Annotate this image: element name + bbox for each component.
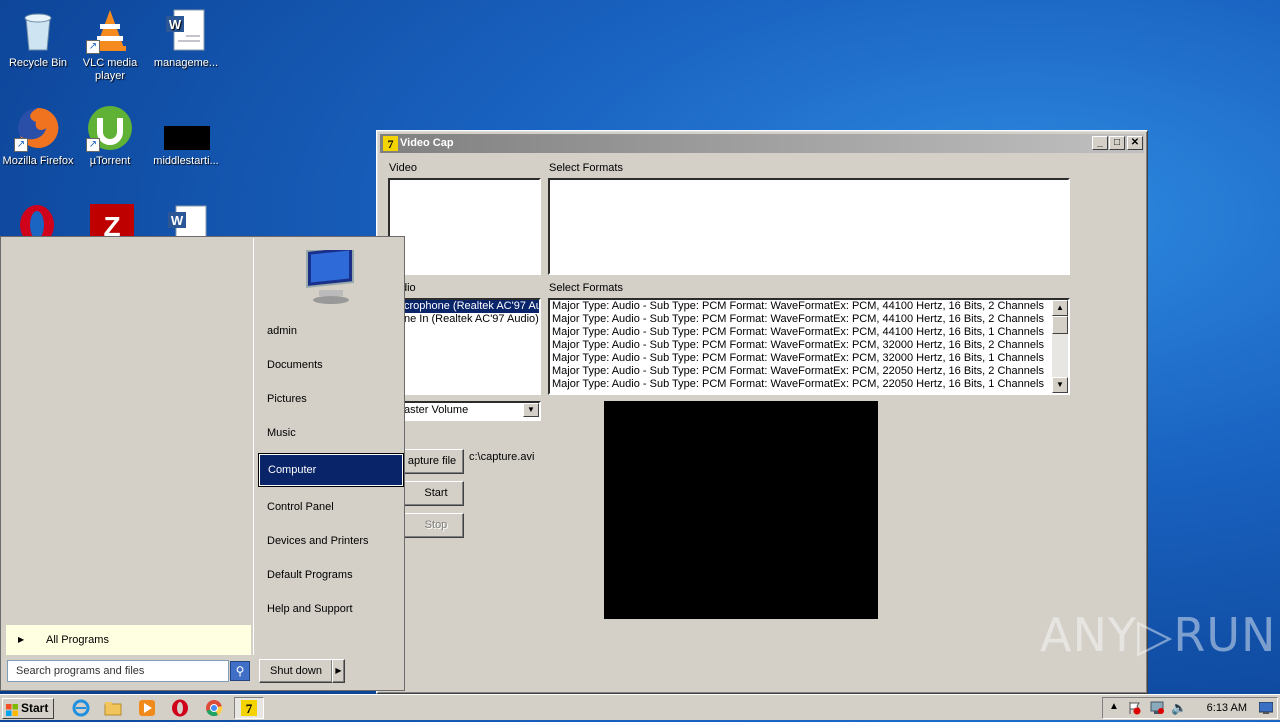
system-tray: ▲ 🔈 6:13 AM [1102, 697, 1278, 719]
audio-format-item[interactable]: Major Type: Audio - Sub Type: PCM Format… [550, 313, 1052, 326]
scroll-up-icon[interactable]: ▲ [1052, 300, 1068, 316]
action-center-flag-icon[interactable] [1127, 701, 1141, 718]
opera-icon[interactable] [16, 204, 58, 236]
close-button[interactable]: ✕ [1127, 136, 1143, 150]
opera-taskbar-icon[interactable] [171, 699, 189, 717]
search-icon[interactable]: ⚲ [230, 661, 250, 681]
audio-format-item[interactable]: Major Type: Audio - Sub Type: PCM Format… [550, 326, 1052, 339]
desktop-icon-utorrent[interactable]: ↗ µTorrent [72, 104, 148, 168]
firefox-icon: ↗ [14, 104, 62, 152]
volume-icon[interactable]: 🔈 [1171, 700, 1187, 716]
start-menu-default-programs[interactable]: Default Programs [259, 560, 403, 590]
capture-path: c:\capture.avi [469, 451, 535, 463]
show-desktop-icon[interactable] [1258, 701, 1274, 717]
shortcut-arrow-icon: ↗ [86, 40, 100, 54]
windows-flag-icon [6, 703, 18, 716]
audio-device-item[interactable]: ne In (Realtek AC'97 Audio) [390, 313, 539, 326]
shortcut-arrow-icon: ↗ [86, 138, 100, 152]
start-menu-documents[interactable]: Documents [259, 350, 403, 380]
svg-text:7: 7 [246, 701, 253, 716]
volume-select[interactable]: aster Volume ▼ [388, 401, 541, 421]
chrome-icon[interactable] [205, 699, 223, 717]
start-menu-control-panel[interactable]: Control Panel [259, 492, 403, 522]
video-cap-window: 7 Video Cap _ □ ✕ Video Select Formats d… [376, 130, 1148, 694]
desktop-icon-management-doc[interactable]: W manageme... [148, 6, 224, 70]
file-explorer-icon[interactable] [104, 699, 122, 717]
svg-text:W: W [171, 213, 184, 228]
audio-format-list[interactable]: Major Type: Audio - Sub Type: PCM Format… [548, 298, 1070, 395]
scroll-down-icon[interactable]: ▼ [1052, 377, 1068, 393]
desktop-icon-middlestart[interactable]: middlestarti... [148, 104, 224, 168]
video-label: Video [389, 162, 417, 174]
audio-device-list[interactable]: crophone (Realtek AC'97 Au ne In (Realte… [388, 298, 541, 395]
audio-format-scrollbar[interactable]: ▲ ▼ [1052, 300, 1068, 393]
video-cap-taskbar-icon[interactable]: 7 [234, 697, 264, 719]
video-cap-app-icon: 7 [383, 136, 398, 151]
start-menu-places-pane: admin Documents Pictures Music Computer … [255, 238, 404, 655]
desktop-icon-label: middlestarti... [153, 155, 219, 167]
taskbar: Start 7 ▲ 🔈 6:13 AM [0, 694, 1280, 720]
all-programs-item[interactable]: ▶ All Programs [6, 625, 251, 655]
video-formats-label: Select Formats [549, 162, 623, 174]
anyrun-watermark: ANY▷RUN [1040, 608, 1277, 662]
show-hidden-icons-chevron-icon[interactable]: ▲ [1109, 701, 1119, 712]
desktop-icon-label: Mozilla Firefox [2, 155, 74, 167]
desktop-icon-recycle-bin[interactable]: Recycle Bin [0, 6, 76, 70]
taskbar-clock[interactable]: 6:13 AM [1207, 698, 1247, 718]
svg-text:W: W [169, 17, 182, 32]
desktop-icon-vlc[interactable]: ↗ VLC media player [72, 6, 148, 83]
audio-formats-label: Select Formats [549, 282, 623, 294]
audio-format-item[interactable]: Major Type: Audio - Sub Type: PCM Format… [550, 352, 1052, 365]
all-programs-label: All Programs [46, 634, 109, 646]
shutdown-options-chevron-icon[interactable]: ▶ [332, 659, 345, 683]
black-thumbnail-icon [162, 104, 210, 152]
video-format-list[interactable] [548, 178, 1070, 275]
audio-format-item[interactable]: Major Type: Audio - Sub Type: PCM Format… [550, 339, 1052, 352]
chevron-down-icon[interactable]: ▼ [523, 403, 539, 417]
video-device-list[interactable] [388, 178, 541, 275]
audio-format-item[interactable]: Major Type: Audio - Sub Type: PCM Format… [550, 378, 1052, 391]
start-menu-programs-pane: ▶ All Programs [2, 238, 254, 655]
window-titlebar[interactable]: 7 Video Cap _ □ ✕ [380, 134, 1144, 153]
word-document-icon: W [162, 6, 210, 54]
desktop-icon-label: Recycle Bin [8, 57, 68, 69]
desktop-icon-label: VLC media player [82, 57, 138, 82]
start-menu-user[interactable]: admin [259, 316, 403, 346]
start-menu-devices-printers[interactable]: Devices and Printers [259, 526, 403, 556]
chevron-right-icon: ▶ [18, 635, 25, 644]
audio-format-item[interactable]: Major Type: Audio - Sub Type: PCM Format… [550, 300, 1052, 313]
audio-format-item[interactable]: Major Type: Audio - Sub Type: PCM Format… [550, 365, 1052, 378]
start-menu-music[interactable]: Music [259, 418, 403, 448]
svg-text:Z: Z [103, 211, 120, 236]
start-menu-computer[interactable]: Computer [258, 453, 404, 487]
svg-text:7: 7 [388, 137, 394, 151]
start-menu-pictures[interactable]: Pictures [259, 384, 403, 414]
start-menu-help-support[interactable]: Help and Support [259, 594, 403, 624]
desktop-icon-label: manageme... [153, 57, 219, 69]
shutdown-button[interactable]: Shut down [259, 659, 333, 683]
video-preview [604, 401, 878, 619]
shortcut-arrow-icon: ↗ [14, 138, 28, 152]
recycle-bin-icon [14, 6, 62, 54]
audio-device-item[interactable]: crophone (Realtek AC'97 Au [390, 300, 539, 313]
start-label: Start [21, 701, 49, 715]
start-button[interactable]: Start [2, 698, 54, 719]
internet-explorer-icon[interactable] [72, 699, 90, 717]
media-player-icon[interactable] [138, 699, 156, 717]
minimize-button[interactable]: _ [1092, 136, 1108, 150]
scroll-thumb[interactable] [1052, 316, 1068, 334]
desktop-icon-label: µTorrent [89, 155, 131, 167]
utorrent-icon: ↗ [86, 104, 134, 152]
start-search-input[interactable]: Search programs and files [7, 660, 229, 682]
window-title: Video Cap [400, 137, 454, 149]
network-icon[interactable] [1149, 701, 1165, 718]
word-document-icon[interactable]: W [164, 204, 212, 236]
user-picture-icon [297, 245, 361, 306]
maximize-button[interactable]: □ [1109, 136, 1125, 150]
vlc-icon: ↗ [86, 6, 134, 54]
start-menu: ▶ All Programs admin Documents Pictures … [0, 236, 405, 691]
filezilla-icon[interactable]: Z [88, 204, 136, 236]
desktop-icon-firefox[interactable]: ↗ Mozilla Firefox [0, 104, 76, 168]
